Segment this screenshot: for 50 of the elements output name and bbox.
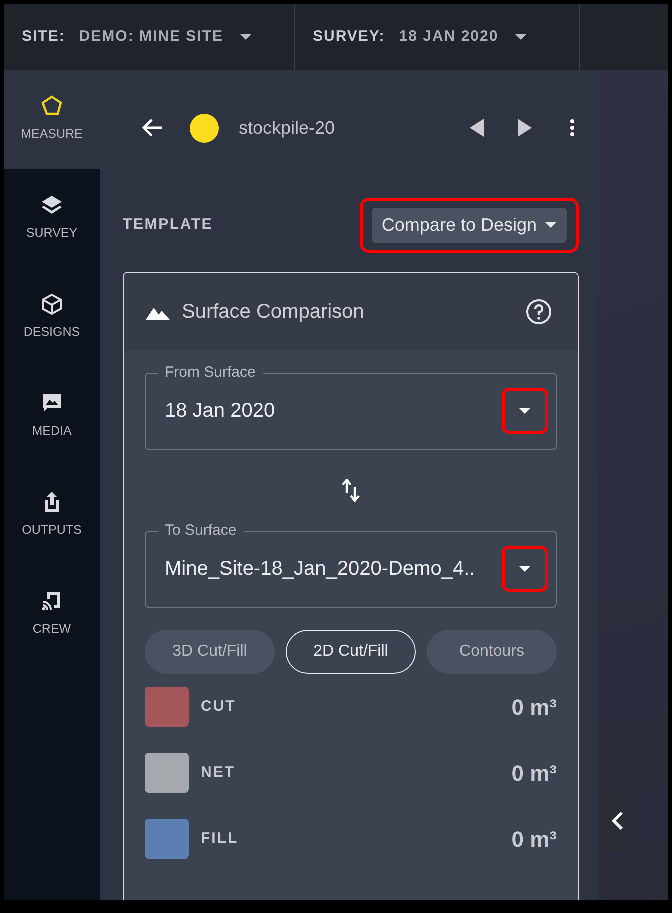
sidebar-item[interactable]: MEDIA (4, 367, 100, 466)
surface-select-field[interactable]: From Surface 18 Jan 2020 (145, 364, 557, 450)
field-label: From Surface (164, 364, 257, 382)
back-arrow-icon (140, 117, 164, 139)
pentagon-icon (41, 95, 63, 118)
mode-toggle[interactable]: 3D Cut/Fill (145, 630, 275, 674)
collapse-button[interactable] (600, 790, 636, 852)
site-dropdown[interactable]: DEMO: MINE SITE (79, 26, 252, 48)
previous-triangle-icon (470, 119, 484, 137)
template-label: TEMPLATE (123, 214, 214, 235)
field-value: 18 Jan 2020 (165, 399, 276, 424)
image-icon (41, 392, 63, 414)
sidebar-item[interactable]: CREW (4, 565, 100, 664)
status-dot (190, 114, 219, 142)
surface-select-field[interactable]: To Surface Mine_Site-18_Jan_2020-Demo_4.. (145, 522, 557, 608)
card-title: Surface Comparison (182, 300, 366, 325)
caret-icon (240, 34, 252, 40)
template-dropdown[interactable]: Compare to Design (372, 208, 567, 242)
selector-label: SURVEY: (313, 26, 386, 47)
layers-icon (41, 194, 63, 216)
next-triangle-icon (518, 119, 532, 137)
swap-arrows-icon (342, 479, 360, 502)
mode-toggle[interactable]: 2D Cut/Fill (286, 630, 416, 674)
dropdown-button[interactable] (502, 388, 548, 434)
volume-value: 0 m³ (512, 694, 557, 722)
sidebar-item[interactable]: OUTPUTS (4, 466, 100, 565)
sidebar-item[interactable]: SURVEY (4, 169, 100, 268)
sidebar-item[interactable]: DESIGNS (4, 268, 100, 367)
stockpile-name: stockpile-20 (239, 116, 336, 140)
legend-label: CUT (201, 696, 238, 717)
dropdown-button[interactable] (502, 546, 548, 592)
caret-icon (545, 222, 557, 228)
cast-icon (41, 590, 63, 612)
caret-icon (519, 566, 531, 572)
field-value: Mine_Site-18_Jan_2020-Demo_4.. (165, 557, 476, 582)
field-label: To Surface (164, 522, 238, 540)
selector-label: SITE: (22, 26, 66, 47)
legend-label: FILL (201, 828, 240, 849)
volume-value: 0 m³ (512, 760, 557, 788)
volume-value: 0 m³ (512, 826, 557, 854)
chevron-left-icon (611, 811, 625, 831)
survey-dropdown[interactable]: 18 JAN 2020 (399, 26, 527, 48)
kebab-icon (570, 119, 575, 137)
help-icon (526, 299, 552, 325)
sidebar-item[interactable]: MEASURE (4, 70, 100, 169)
caret-icon (519, 408, 531, 414)
mode-toggle[interactable]: Contours (427, 630, 557, 674)
legend-label: NET (201, 762, 236, 783)
caret-icon (514, 34, 527, 40)
cube-icon (41, 293, 63, 316)
